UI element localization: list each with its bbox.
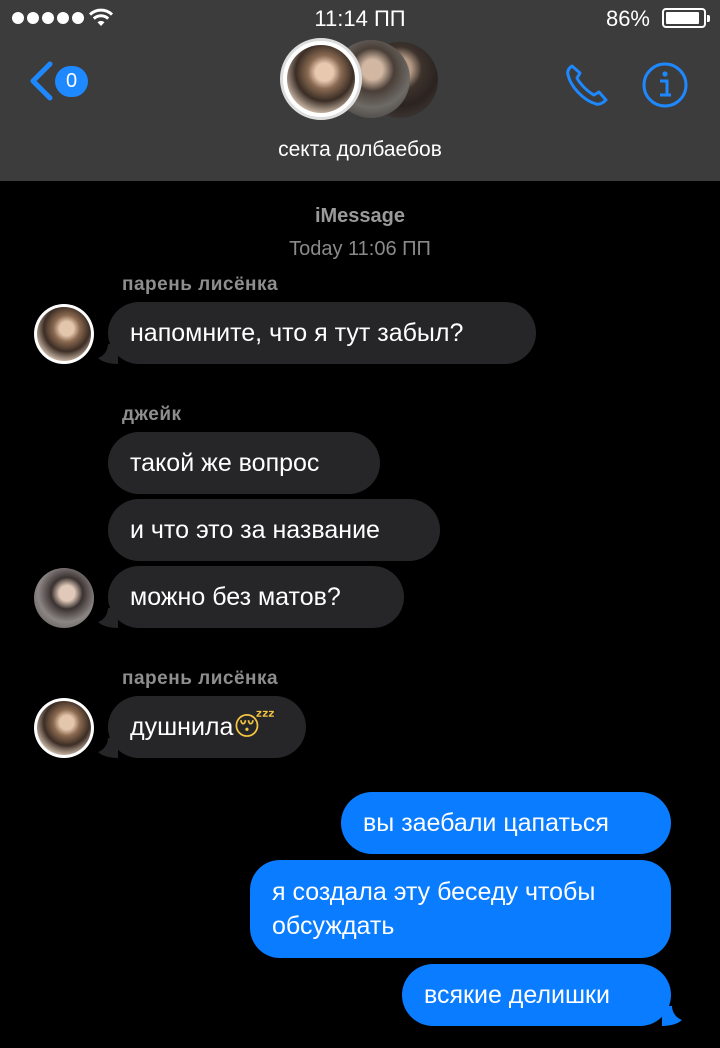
message-bubble[interactable]: такой же вопрос: [108, 432, 380, 494]
sender-avatar[interactable]: [34, 568, 94, 628]
info-button[interactable]: [640, 60, 690, 110]
message-bubble[interactable]: душнила😴: [108, 696, 306, 758]
chevron-left-icon: [30, 61, 53, 101]
status-bar: 11:14 ПП 86%: [0, 0, 720, 36]
back-button[interactable]: 0: [28, 56, 92, 106]
timestamp-day: Today: [289, 238, 343, 260]
timestamp-time: 11:06 ПП: [348, 238, 431, 260]
group-name[interactable]: секта долбаебов: [0, 138, 720, 162]
bubble-tail: [662, 1006, 682, 1026]
bubble-tail: [98, 344, 118, 364]
conversation-header: 11:14 ПП 86% 0 секта долбаебов: [0, 0, 720, 181]
group-avatar-stack[interactable]: [280, 38, 440, 120]
message-text: душнила: [130, 713, 234, 741]
call-button[interactable]: [562, 60, 612, 110]
service-label: iMessage: [314, 205, 406, 227]
message-bubble-outgoing[interactable]: всякие делишки: [402, 964, 671, 1026]
phone-icon: [566, 64, 608, 106]
message-bubble[interactable]: напомните, что я тут забыл?: [108, 302, 536, 364]
message-bubble[interactable]: и что это за название: [108, 499, 440, 561]
message-bubble[interactable]: можно без матов?: [108, 566, 404, 628]
sender-name: парень лисёнка: [122, 274, 279, 295]
thread-timestamp: Today 11:06 ПП: [0, 238, 720, 261]
member-avatar: [280, 38, 362, 120]
info-icon: [642, 62, 688, 108]
unread-count-badge: 0: [55, 66, 88, 97]
message-bubble-outgoing[interactable]: я создала эту беседу чтобы обсуждать: [250, 860, 671, 958]
message-bubble-outgoing[interactable]: вы заебали цапаться: [341, 792, 671, 854]
bubble-tail: [98, 738, 118, 758]
sender-avatar[interactable]: [34, 698, 94, 758]
bubble-tail: [98, 608, 118, 628]
sender-name: джейк: [122, 404, 182, 425]
sender-avatar[interactable]: [34, 304, 94, 364]
battery-percentage: 86%: [605, 6, 650, 31]
sender-name: парень лисёнка: [122, 668, 279, 689]
battery-icon: [662, 8, 710, 28]
sleeping-face-emoji: 😴: [233, 712, 276, 742]
